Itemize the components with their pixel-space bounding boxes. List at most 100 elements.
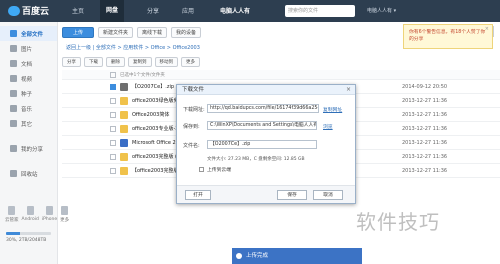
- user-menu[interactable]: 电脑人人有 ▾: [367, 7, 396, 14]
- close-icon[interactable]: ×: [485, 26, 489, 33]
- iphone-icon: [46, 206, 53, 215]
- file-date: 2013-12-27 11:36: [402, 167, 448, 174]
- sidebar-item-my-shares[interactable]: 我的分享: [0, 141, 57, 156]
- sidebar-item-music[interactable]: 音乐: [0, 101, 57, 116]
- share-button[interactable]: 分享: [62, 57, 81, 67]
- selection-count: 已选中1个文件/文件夹: [120, 72, 165, 78]
- storage-quota-bar: [6, 232, 51, 235]
- row-checkbox[interactable]: [110, 153, 116, 160]
- file-date: 2013-12-27 11:36: [402, 153, 448, 160]
- nav-apps[interactable]: 应用: [182, 6, 194, 15]
- sidebar-item-other[interactable]: 其它: [0, 116, 57, 131]
- row-checkbox[interactable]: [110, 83, 116, 90]
- sidebar-item-label: 图片: [21, 46, 33, 53]
- more-icon: [61, 206, 69, 215]
- upload-icon: [236, 253, 242, 259]
- storage-quota-text: 30%, 2TB/2048TB: [6, 238, 47, 243]
- sidebar-item-label: 音乐: [21, 106, 33, 113]
- sidebar-item-recycle-bin[interactable]: 回收站: [0, 166, 57, 181]
- image-icon: [10, 45, 17, 52]
- device-android[interactable]: Android: [22, 206, 39, 223]
- device-more[interactable]: 更多: [60, 206, 69, 223]
- checkbox-box[interactable]: [199, 167, 204, 172]
- file-name-label: 文件名:: [183, 143, 200, 149]
- baidu-cloud-logo[interactable]: 百度云: [8, 4, 49, 17]
- row-checkbox[interactable]: [110, 167, 116, 174]
- folder-icon: [120, 96, 128, 105]
- close-icon[interactable]: ×: [346, 86, 351, 93]
- music-icon: [10, 105, 17, 112]
- logo-text: 百度云: [22, 7, 50, 17]
- document-file-icon: [120, 138, 128, 147]
- device-cloud-manager[interactable]: 云管家: [5, 206, 19, 223]
- sidebar-item-label: 全部文件: [21, 31, 44, 38]
- document-icon: [10, 60, 17, 67]
- new-folder-button[interactable]: 新建文件夹: [98, 26, 134, 38]
- file-size-info: 文件大小: 27.23 MB，C 盘剩余空间: 12.85 GB: [207, 157, 305, 162]
- sidebar-item-torrents[interactable]: 种子: [0, 86, 57, 101]
- save-button[interactable]: 保存: [277, 190, 307, 200]
- upload-button[interactable]: 上传: [62, 26, 95, 38]
- nav-share[interactable]: 分享: [147, 6, 159, 15]
- search-input[interactable]: 搜索你的文件: [285, 5, 355, 17]
- main-toolbar: 上传 新建文件夹 离线下载 我的设备: [62, 26, 202, 38]
- offline-download-button[interactable]: 离线下载: [137, 26, 168, 38]
- save-to-label: 保存到:: [183, 124, 200, 130]
- android-icon: [26, 206, 34, 215]
- storage-quota-fill: [6, 232, 20, 235]
- sidebar-item-all-files[interactable]: 全部文件: [0, 26, 57, 41]
- folder-icon: [10, 30, 17, 37]
- delete-button[interactable]: 删除: [106, 57, 125, 67]
- zip-file-icon: [120, 82, 128, 91]
- folder-icon: [120, 166, 128, 175]
- sidebar-item-label: 种子: [21, 91, 33, 98]
- watermark-text: 软件技巧: [356, 210, 440, 234]
- file-date: 2013-12-27 11:36: [402, 125, 448, 132]
- sidebar-item-images[interactable]: 图片: [0, 41, 57, 56]
- row-checkbox[interactable]: [110, 111, 116, 118]
- download-button[interactable]: 下载: [84, 57, 103, 67]
- file-name-input[interactable]: 【O2007Ce】.zip: [207, 140, 317, 149]
- upload-to-cloud-checkbox[interactable]: 上传到云端: [199, 166, 231, 173]
- sidebar: 全部文件 图片 文档 视频 种子 音乐 其它 我的分享 回收站: [0, 22, 58, 264]
- notification-text[interactable]: 你有6个警告信息，有18个人赞了你的分享: [409, 30, 485, 42]
- cancel-button[interactable]: 取消: [313, 190, 343, 200]
- file-date: 2013-12-27 11:36: [402, 139, 448, 146]
- nav-home[interactable]: 主页: [72, 6, 84, 15]
- upload-status-toast[interactable]: 上传完成: [232, 248, 362, 264]
- trash-icon: [10, 170, 17, 177]
- select-all-checkbox[interactable]: [110, 71, 116, 78]
- sidebar-item-documents[interactable]: 文档: [0, 56, 57, 71]
- torrent-icon: [10, 90, 17, 97]
- move-to-button[interactable]: 移动到: [154, 57, 178, 67]
- more-button[interactable]: 更多: [181, 57, 200, 67]
- save-path-select[interactable]: C:\WinXP\Documents and Settings\电脑人人有\桌面: [207, 121, 317, 130]
- file-list-header: 已选中1个文件/文件夹: [62, 70, 500, 80]
- row-checkbox[interactable]: [110, 97, 116, 104]
- top-nav-bar: 百度云 主页 网盘 分享 应用 电脑人人有 搜索你的文件 电脑人人有 ▾: [0, 0, 500, 22]
- sidebar-item-label: 我的分享: [21, 146, 44, 153]
- nav-netdisk[interactable]: 网盘: [100, 0, 125, 22]
- my-devices-button[interactable]: 我的设备: [171, 26, 202, 38]
- share-icon: [10, 145, 17, 152]
- device-iphone[interactable]: iPhone: [42, 206, 57, 223]
- sidebar-item-label: 回收站: [21, 171, 38, 178]
- cloud-icon: [8, 5, 20, 16]
- breadcrumb[interactable]: 返回上一级 | 全部文件 > 应用软件 > Office > Office200…: [66, 44, 200, 51]
- row-checkbox[interactable]: [110, 139, 116, 146]
- file-date: 2014-09-12 20:50: [402, 83, 448, 90]
- url-field[interactable]: http://qd.baidupcs.com/file/16174f39d66a…: [207, 104, 319, 113]
- folder-icon: [120, 124, 128, 133]
- pc-icon: [8, 206, 16, 215]
- copy-to-button[interactable]: 复制到: [128, 57, 152, 67]
- sidebar-item-videos[interactable]: 视频: [0, 71, 57, 86]
- row-checkbox[interactable]: [110, 125, 116, 132]
- open-button[interactable]: 打开: [185, 190, 211, 200]
- url-label: 下载网址:: [183, 107, 205, 113]
- sidebar-item-label: 其它: [21, 121, 33, 128]
- file-date: 2013-12-27 11:36: [402, 97, 448, 104]
- copy-url-link[interactable]: 复制网址: [323, 106, 342, 113]
- browse-link[interactable]: 浏览: [323, 123, 333, 130]
- download-dialog: 下载文件 × 下载网址: http://qd.baidupcs.com/file…: [176, 84, 356, 204]
- dialog-footer: 打开 保存 取消: [177, 185, 355, 203]
